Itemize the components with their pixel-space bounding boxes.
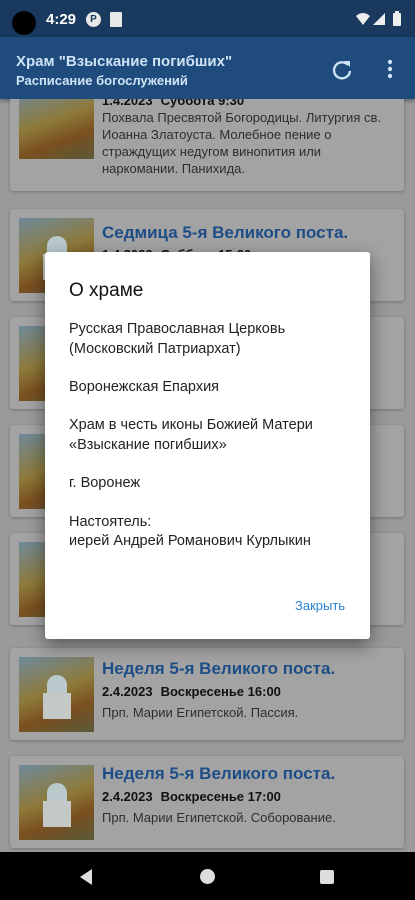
status-bar: 4:29 P [0,0,415,37]
rector-label: Настоятель: [69,514,152,530]
card-description: Прп. Марии Египетской. Соборование. [102,810,336,825]
refresh-icon[interactable] [331,59,353,81]
card-title: Неделя 5-я Великого поста. [102,659,336,678]
diocese: Воронежская Епархия [69,379,220,395]
church-name: Русская Православная Церковь [69,321,286,337]
card-description: Прп. Марии Египетской. Пассия. [102,705,299,720]
city: г. Воронеж [69,475,141,491]
dialog-title: О храме [69,280,144,301]
back-icon[interactable] [80,869,92,885]
temple-name-line1: Храм в честь иконы Божией Матери [69,417,313,433]
signal-icon [373,13,385,25]
card-title: Неделя 5-я Великого поста. [102,764,336,783]
card-description: Похвала Пресвятой Богородицы. Литургия с… [102,110,381,176]
schedule-card[interactable]: 1.4.2023 Суббота 9:30 Похвала Пресвятой Б… [10,99,404,191]
card-date-time: 2.4.2023 Воскресенье 16:00 [102,684,281,699]
app-bar: Храм "Взыскание погибших" Расписание бог… [0,37,415,99]
wifi-icon [356,13,370,25]
schedule-card[interactable]: Неделя 5-я Великого поста. 2.4.2023 Воскр… [10,648,404,740]
church-thumbnail [19,99,94,159]
home-icon[interactable] [200,869,215,884]
church-thumbnail [19,657,94,732]
about-dialog: О храме Русская Православная Церковь (Мо… [45,252,370,639]
card-title: Седмица 5-я Великого поста. [102,223,349,242]
system-icons [356,11,401,26]
app-title: Храм "Взыскание погибших" [16,53,233,70]
notification-app-icon: P [86,12,101,27]
system-nav-bar [0,852,415,900]
temple-name-line2: «Взыскание погибших» [69,437,227,453]
rector-name: иерей Андрей Романович Курлыкин [69,533,311,549]
schedule-card[interactable]: Неделя 5-я Великого поста. 2.4.2023 Воскр… [10,756,404,848]
overflow-menu-icon[interactable] [380,57,400,81]
app-subtitle: Расписание богослужений [16,73,188,88]
sd-card-icon [110,12,122,27]
card-date-time: 2.4.2023 Воскресенье 17:00 [102,789,281,804]
battery-icon [393,13,401,26]
patriarchate: (Московский Патриархат) [69,341,241,357]
status-time: 4:29 [46,11,77,28]
close-button[interactable]: Закрыть [295,598,345,613]
church-thumbnail [19,765,94,840]
recents-icon[interactable] [320,870,334,884]
card-date-time: 1.4.2023 Суббота 9:30 [102,99,245,108]
camera-cutout [12,11,36,35]
